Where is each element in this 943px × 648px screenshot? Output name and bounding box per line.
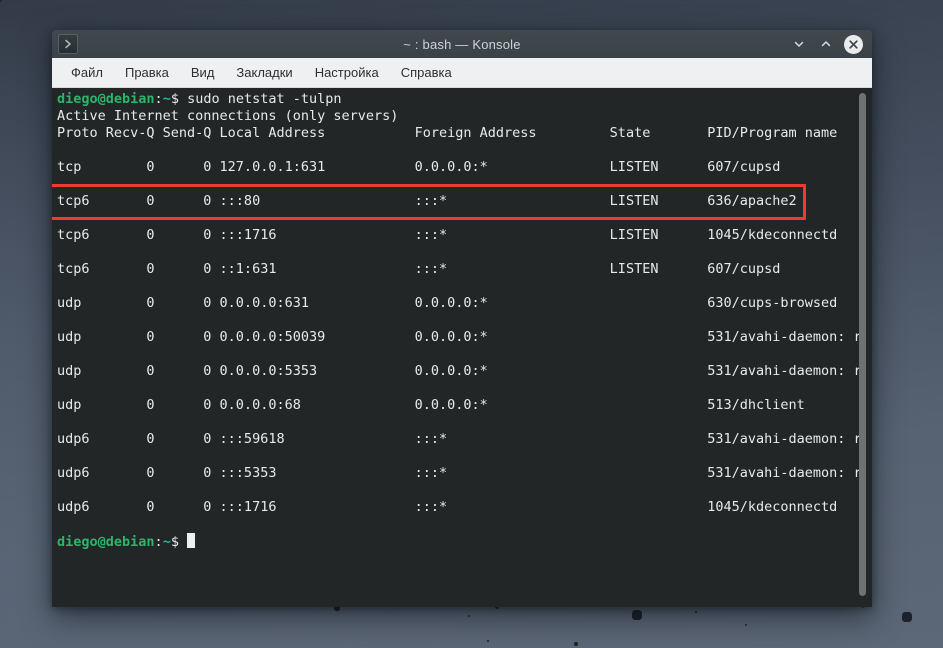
terminal-line: [57, 142, 858, 159]
konsole-window: ~ : bash — Konsole Файл Правка Вид Зак: [52, 30, 872, 607]
terminal-line: [57, 176, 858, 193]
prompt-line: diego@debian:~$: [57, 533, 858, 550]
close-button[interactable]: [844, 35, 863, 54]
prompt-user: diego@debian: [57, 91, 155, 107]
spacer: [179, 534, 187, 550]
maximize-button[interactable]: [817, 35, 835, 53]
scrollbar-handle[interactable]: [859, 93, 866, 596]
close-icon: [844, 35, 863, 54]
menu-file[interactable]: Файл: [60, 58, 114, 88]
table-row: tcp6 0 0 :::1716 :::* LISTEN 1045/kdecon…: [57, 227, 858, 244]
table-row: tcp6 0 0 :::80 :::* LISTEN 636/apache2: [57, 193, 858, 210]
prompt-sign: $: [171, 534, 179, 550]
terminal-content: diego@debian:~$ sudo netstat -tulpnActiv…: [57, 91, 858, 550]
table-row: tcp6 0 0 ::1:631 :::* LISTEN 607/cupsd: [57, 261, 858, 278]
table-row: tcp 0 0 127.0.0.1:631 0.0.0.0:* LISTEN 6…: [57, 159, 858, 176]
terminal-area[interactable]: diego@debian:~$ sudo netstat -tulpnActiv…: [52, 88, 872, 607]
prompt-user: diego@debian: [57, 534, 155, 550]
terminal-line: [57, 312, 858, 329]
window-title: ~ : bash — Konsole: [52, 37, 872, 52]
table-row: udp 0 0 0.0.0.0:5353 0.0.0.0:* 531/avahi…: [57, 363, 858, 380]
titlebar[interactable]: ~ : bash — Konsole: [52, 30, 872, 58]
menu-bookmarks[interactable]: Закладки: [225, 58, 303, 88]
terminal-line: [57, 414, 858, 431]
menu-edit[interactable]: Правка: [114, 58, 180, 88]
minimize-button[interactable]: [790, 35, 808, 53]
command-text: sudo netstat -tulpn: [179, 91, 342, 107]
terminal-line: [57, 516, 858, 533]
prompt-separator: :: [155, 534, 163, 550]
menu-view[interactable]: Вид: [180, 58, 226, 88]
prompt-path: ~: [163, 534, 171, 550]
table-row: udp 0 0 0.0.0.0:50039 0.0.0.0:* 531/avah…: [57, 329, 858, 346]
prompt-path: ~: [163, 91, 171, 107]
prompt-line: diego@debian:~$ sudo netstat -tulpn: [57, 91, 858, 108]
table-row: udp6 0 0 :::5353 :::* 531/avahi-daemon: …: [57, 465, 858, 482]
chevron-up-icon: [819, 37, 833, 51]
prompt-sign: $: [171, 91, 179, 107]
output-intro-line: Active Internet connections (only server…: [57, 108, 858, 125]
terminal-line: [57, 346, 858, 363]
wallpaper-speckles: [0, 0, 2, 2]
table-row: udp 0 0 0.0.0.0:631 0.0.0.0:* 630/cups-b…: [57, 295, 858, 312]
table-row: udp 0 0 0.0.0.0:68 0.0.0.0:* 513/dhclien…: [57, 397, 858, 414]
terminal-line: [57, 278, 858, 295]
chevron-down-icon: [792, 37, 806, 51]
window-controls: [790, 35, 872, 54]
menu-settings[interactable]: Настройка: [304, 58, 390, 88]
terminal-cursor: [187, 533, 195, 548]
menu-bar: Файл Правка Вид Закладки Настройка Справ…: [52, 58, 872, 88]
konsole-app-icon: [58, 34, 78, 54]
menu-help[interactable]: Справка: [390, 58, 463, 88]
terminal-line: [57, 380, 858, 397]
terminal-line: [57, 244, 858, 261]
terminal-line: [57, 482, 858, 499]
terminal-line: [57, 210, 858, 227]
prompt-separator: :: [155, 91, 163, 107]
terminal-line: [57, 448, 858, 465]
terminal-prompt-glyph: [62, 38, 74, 50]
table-row: udp6 0 0 :::1716 :::* 1045/kdeconnectd: [57, 499, 858, 516]
table-header-line: Proto Recv-Q Send-Q Local Address Foreig…: [57, 125, 858, 142]
table-row: udp6 0 0 :::59618 :::* 531/avahi-daemon:…: [57, 431, 858, 448]
